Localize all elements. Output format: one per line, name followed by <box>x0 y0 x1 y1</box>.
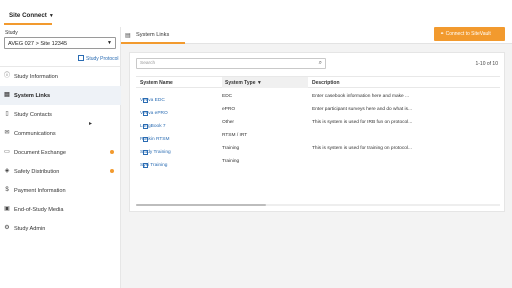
sidebar-item-communications[interactable]: ✉ Communications <box>0 124 121 143</box>
sidebar-nav: ⓘ Study Information ▤ System Links ▯ Study … <box>0 67 121 238</box>
system-description: Enter casebook information here and make… <box>312 94 410 99</box>
sidebar-item-label: End-of-Study Media <box>14 207 64 213</box>
tab-system-links[interactable]: ▤ System Links <box>121 27 185 44</box>
shield-icon: ◈ <box>4 168 10 174</box>
column-header-description[interactable]: Description <box>312 80 340 86</box>
sidebar-item-label: Document Exchange <box>14 150 66 156</box>
chevron-down-icon: ▼ <box>107 40 112 46</box>
study-protocol-label: Study Protocol <box>86 56 119 62</box>
table-row: Roskin RTSM RTSM / IRT <box>136 129 500 142</box>
study-protocol-link[interactable]: Study Protocol <box>78 55 119 62</box>
caret-down-icon: ▼ <box>48 13 54 19</box>
sidebar-item-study-information[interactable]: ⓘ Study Information <box>0 67 121 86</box>
table-row: LongBook 7 Other This is system is used … <box>136 116 500 129</box>
sidebar-item-label: Safety Distribution <box>14 169 60 175</box>
system-description: This is system is used for IRB fun on pr… <box>312 120 413 125</box>
notification-dot <box>110 150 114 154</box>
sidebar-item-end-of-study-media[interactable]: ▣ End-of-Study Media <box>0 200 121 219</box>
system-type: RTSM / IRT <box>222 133 248 138</box>
table-row: Study Training Training This is system i… <box>136 142 500 155</box>
dollar-icon: $ <box>5 187 9 193</box>
app-switcher-label: Site Connect <box>9 12 47 19</box>
sidebar-item-label: Payment Information <box>14 188 66 194</box>
sidebar-item-study-contacts[interactable]: ▯ Study Contacts <box>0 105 121 124</box>
megaphone-icon: ✉ <box>4 130 10 136</box>
sidebar-item-safety-distribution[interactable]: ◈ Safety Distribution <box>0 162 121 181</box>
sidebar-item-label: Communications <box>14 131 56 137</box>
study-selector-value: AVEG 027 > Site 12345 <box>8 41 68 47</box>
external-link-icon <box>143 163 148 168</box>
system-links-card: Search ⌕ 1-10 of 10 System Name System Ty… <box>129 52 505 212</box>
column-header-system-type[interactable]: System Type ▼ <box>225 80 262 86</box>
info-circle-icon: ⓘ <box>4 73 11 79</box>
system-type: ePRO <box>222 107 236 112</box>
sidebar-item-label: Study Contacts <box>14 112 52 118</box>
connect-button-label: Connect to SiteVault <box>445 31 491 37</box>
system-type: Training <box>222 159 240 164</box>
notification-dot <box>110 169 114 173</box>
table-row: Veeva ePRO ePRO Enter participant survey… <box>136 103 500 116</box>
top-bar: Site Connect ▼ <box>0 0 512 27</box>
table-row: Sysi Training Training <box>136 155 500 168</box>
sidebar-item-payment-information[interactable]: $ Payment Information <box>0 181 121 200</box>
sort-desc-icon: ▼ <box>256 80 262 86</box>
search-placeholder: Search <box>140 61 156 66</box>
gear-icon: ⚙ <box>4 225 10 231</box>
system-type: Other <box>222 120 234 125</box>
table-row: Veeva EDC EDC Enter casebook information… <box>136 90 500 103</box>
study-selector[interactable]: AVEG 027 > Site 12345 ▼ <box>4 37 116 49</box>
horizontal-scrollbar-thumb[interactable] <box>136 204 266 206</box>
system-description: Enter participant surveys here and do wh… <box>312 107 412 112</box>
table-header: System Name System Type ▼ Description <box>136 76 500 88</box>
media-icon: ▣ <box>4 206 10 212</box>
search-icon[interactable]: ⌕ <box>319 60 322 67</box>
system-type: EDC <box>222 94 233 99</box>
sidebar: Study AVEG 027 > Site 12345 ▼ Study Proto… <box>0 27 121 288</box>
pagination-count: 1-10 of 10 <box>475 61 498 67</box>
person-icon: ▯ <box>5 111 9 117</box>
search-input[interactable]: Search ⌕ <box>136 58 326 69</box>
main-header: ▤ System Links ⚭ Connect to SiteVault <box>121 27 512 44</box>
sidebar-item-label: Study Information <box>14 74 58 80</box>
app-switcher[interactable]: Site Connect ▼ <box>4 8 54 25</box>
study-label: Study <box>5 30 18 36</box>
sidebar-item-document-exchange[interactable]: ▭ Document Exchange <box>0 143 121 162</box>
system-description: This is system is used for training on p… <box>312 146 412 151</box>
main-content: ▤ System Links ⚭ Connect to SiteVault Sea… <box>121 27 512 288</box>
document-icon <box>78 55 84 61</box>
column-header-label: System Type <box>225 80 256 86</box>
connect-to-sitevault-button[interactable]: ⚭ Connect to SiteVault <box>434 27 505 41</box>
mouse-cursor-icon: ▸ <box>89 121 93 127</box>
sidebar-item-system-links[interactable]: ▤ System Links <box>0 86 121 105</box>
grid-icon: ▤ <box>125 33 131 39</box>
sidebar-item-label: System Links <box>14 93 51 99</box>
sidebar-item-label: Study Admin <box>14 226 46 232</box>
column-header-system-name[interactable]: System Name <box>140 80 173 86</box>
system-type: Training <box>222 146 240 151</box>
document-icon: ▭ <box>4 149 10 155</box>
sidebar-item-study-admin[interactable]: ⚙ Study Admin <box>0 219 121 238</box>
tab-label: System Links <box>136 32 170 38</box>
grid-icon: ▤ <box>4 92 10 98</box>
